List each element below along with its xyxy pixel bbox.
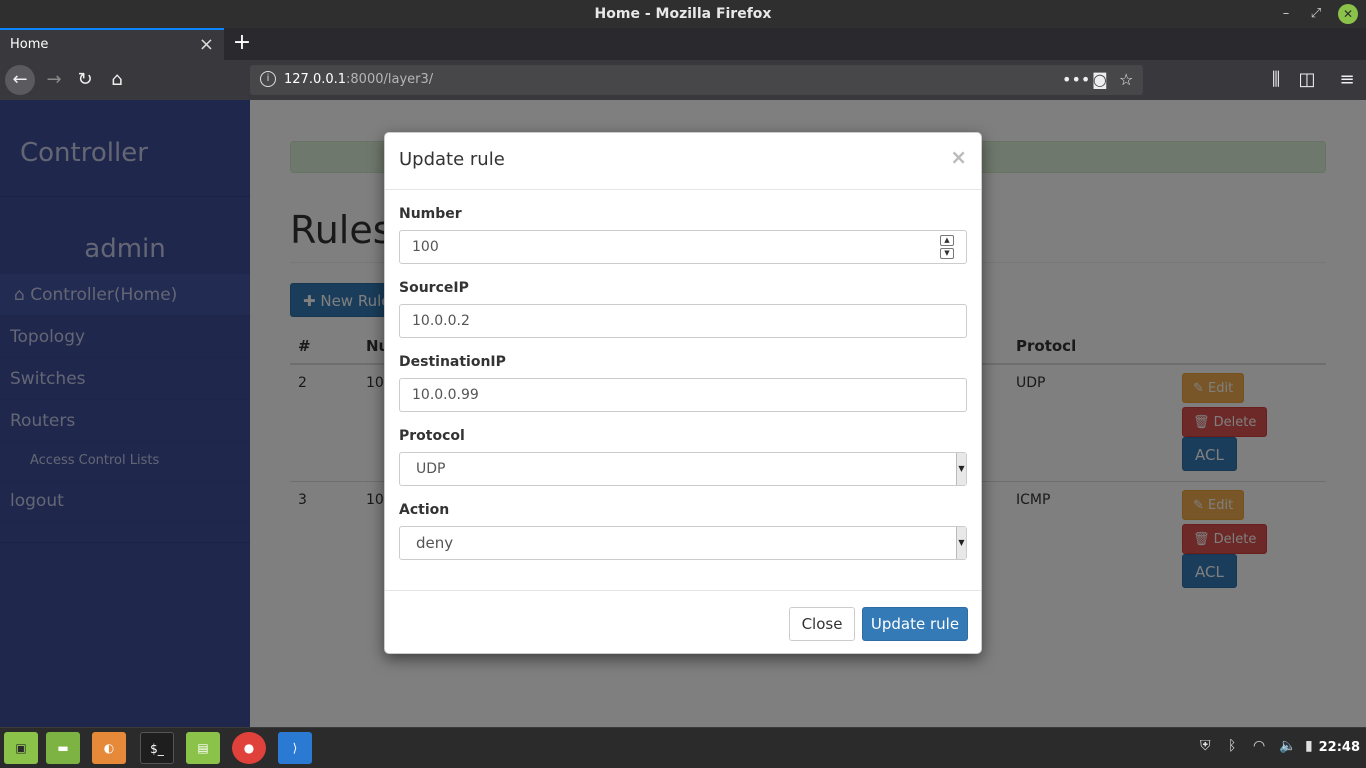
window-title: Home - Mozilla Firefox bbox=[594, 6, 772, 22]
dropdown-arrow-icon[interactable]: ▼ bbox=[956, 453, 966, 485]
modal-header: Update rule × bbox=[385, 133, 981, 190]
forward-icon[interactable]: → bbox=[40, 66, 68, 94]
url-path: :8000/layer3/ bbox=[346, 72, 434, 87]
bookmark-star-icon[interactable]: ☆ bbox=[1119, 70, 1133, 89]
tab-label: Home bbox=[10, 37, 49, 52]
tab-strip: Home × + bbox=[0, 28, 1366, 60]
modal-title: Update rule bbox=[399, 149, 505, 170]
close-button[interactable]: Close bbox=[789, 607, 855, 641]
action-select[interactable]: deny ▼ bbox=[399, 526, 967, 560]
close-icon[interactable]: × bbox=[950, 145, 967, 169]
number-stepper[interactable]: ▲ ▼ bbox=[940, 235, 954, 259]
tab-close-icon[interactable]: × bbox=[199, 34, 214, 55]
library-icon[interactable]: ⫼ bbox=[1262, 66, 1290, 94]
desktop-icon[interactable]: ▬ bbox=[46, 732, 80, 764]
chrome-icon[interactable]: ● bbox=[232, 732, 266, 764]
modal-footer: Close Update rule bbox=[385, 590, 981, 654]
page-content: Controller admin ⌂ Controller(Home) Topo… bbox=[0, 100, 1366, 727]
home-icon[interactable]: ⌂ bbox=[103, 66, 131, 94]
files-icon[interactable]: ▤ bbox=[186, 732, 220, 764]
update-rule-modal: Update rule × Number 100 ▲ ▼ SourceIP 10… bbox=[384, 132, 982, 654]
bluetooth-icon[interactable]: ᛒ bbox=[1228, 738, 1236, 754]
new-tab-icon[interactable]: + bbox=[230, 30, 254, 56]
number-value: 100 bbox=[412, 239, 439, 255]
number-input[interactable]: 100 ▲ ▼ bbox=[399, 230, 967, 264]
reload-icon[interactable]: ↻ bbox=[71, 66, 99, 94]
battery-icon[interactable]: ▮ bbox=[1305, 738, 1313, 754]
update-rule-button[interactable]: Update rule bbox=[862, 607, 968, 641]
firefox-icon[interactable]: ◐ bbox=[92, 732, 126, 764]
protocol-value: UDP bbox=[416, 461, 446, 477]
taskbar: ▣ ▬ ◐ $_ ▤ ● ⟩ ⛨ ᛒ ◠ 🔈 ▮ 22:48 bbox=[0, 727, 1366, 768]
destination-ip-label: DestinationIP bbox=[399, 354, 506, 370]
page-actions-icon[interactable]: ••• bbox=[1062, 70, 1090, 89]
wifi-icon[interactable]: ◠ bbox=[1253, 738, 1265, 754]
url-bar[interactable]: i 127.0.0.1:8000/layer3/ ••• ◙ ☆ bbox=[250, 65, 1143, 95]
source-ip-input[interactable]: 10.0.0.2 bbox=[399, 304, 967, 338]
url-text[interactable]: 127.0.0.1:8000/layer3/ bbox=[284, 72, 433, 87]
navigation-bar: ← → ↻ ⌂ i 127.0.0.1:8000/layer3/ ••• ◙ ☆… bbox=[0, 60, 1366, 100]
number-label: Number bbox=[399, 206, 462, 222]
site-info-icon[interactable]: i bbox=[260, 71, 276, 87]
sidebar-toggle-icon[interactable]: ◫ bbox=[1293, 66, 1321, 94]
destination-ip-input[interactable]: 10.0.0.99 bbox=[399, 378, 967, 412]
source-ip-label: SourceIP bbox=[399, 280, 469, 296]
volume-icon[interactable]: 🔈 bbox=[1279, 738, 1296, 754]
menu-icon[interactable]: ≡ bbox=[1333, 66, 1361, 94]
tab-home[interactable]: Home × bbox=[0, 28, 224, 60]
url-host: 127.0.0.1 bbox=[284, 72, 347, 87]
action-value: deny bbox=[416, 534, 454, 552]
protocol-select[interactable]: UDP ▼ bbox=[399, 452, 967, 486]
action-label: Action bbox=[399, 502, 450, 518]
pocket-icon[interactable]: ◙ bbox=[1092, 70, 1108, 89]
dropdown-arrow-icon[interactable]: ▼ bbox=[956, 527, 966, 559]
window-titlebar: Home - Mozilla Firefox – ⤢ ✕ bbox=[0, 0, 1366, 28]
mint-menu-icon[interactable]: ▣ bbox=[4, 732, 38, 764]
restore-icon[interactable]: ⤢ bbox=[1306, 4, 1326, 24]
chevron-up-icon[interactable]: ▲ bbox=[940, 235, 954, 246]
source-ip-value: 10.0.0.2 bbox=[412, 313, 470, 329]
back-icon[interactable]: ← bbox=[5, 65, 35, 95]
minimize-icon[interactable]: – bbox=[1276, 4, 1296, 24]
shield-icon[interactable]: ⛨ bbox=[1200, 738, 1211, 754]
vscode-icon[interactable]: ⟩ bbox=[278, 732, 312, 764]
chevron-down-icon[interactable]: ▼ bbox=[940, 248, 954, 259]
clock[interactable]: 22:48 bbox=[1319, 740, 1360, 755]
protocol-label: Protocol bbox=[399, 428, 465, 444]
terminal-icon[interactable]: $_ bbox=[140, 732, 174, 764]
destination-ip-value: 10.0.0.99 bbox=[412, 387, 479, 403]
close-window-icon[interactable]: ✕ bbox=[1338, 4, 1358, 24]
